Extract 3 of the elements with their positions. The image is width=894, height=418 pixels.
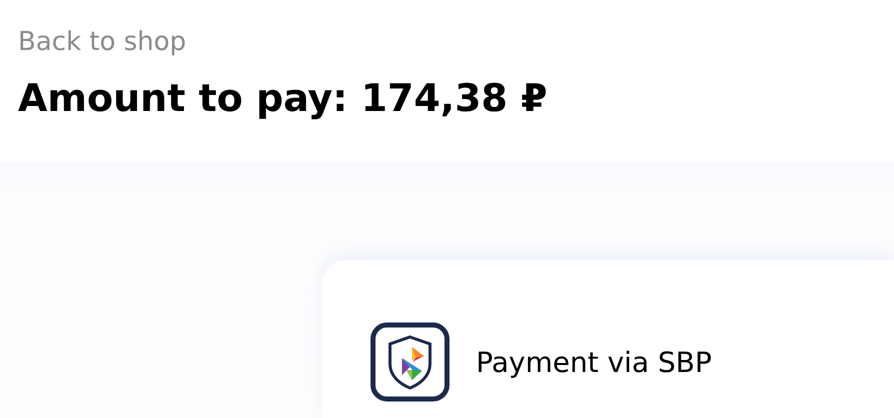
shield-logo-icon — [370, 322, 450, 402]
amount-title: Amount to pay: 174,38 ₽ — [18, 75, 548, 122]
payment-method-label[interactable]: Payment via SBP — [476, 346, 712, 378]
